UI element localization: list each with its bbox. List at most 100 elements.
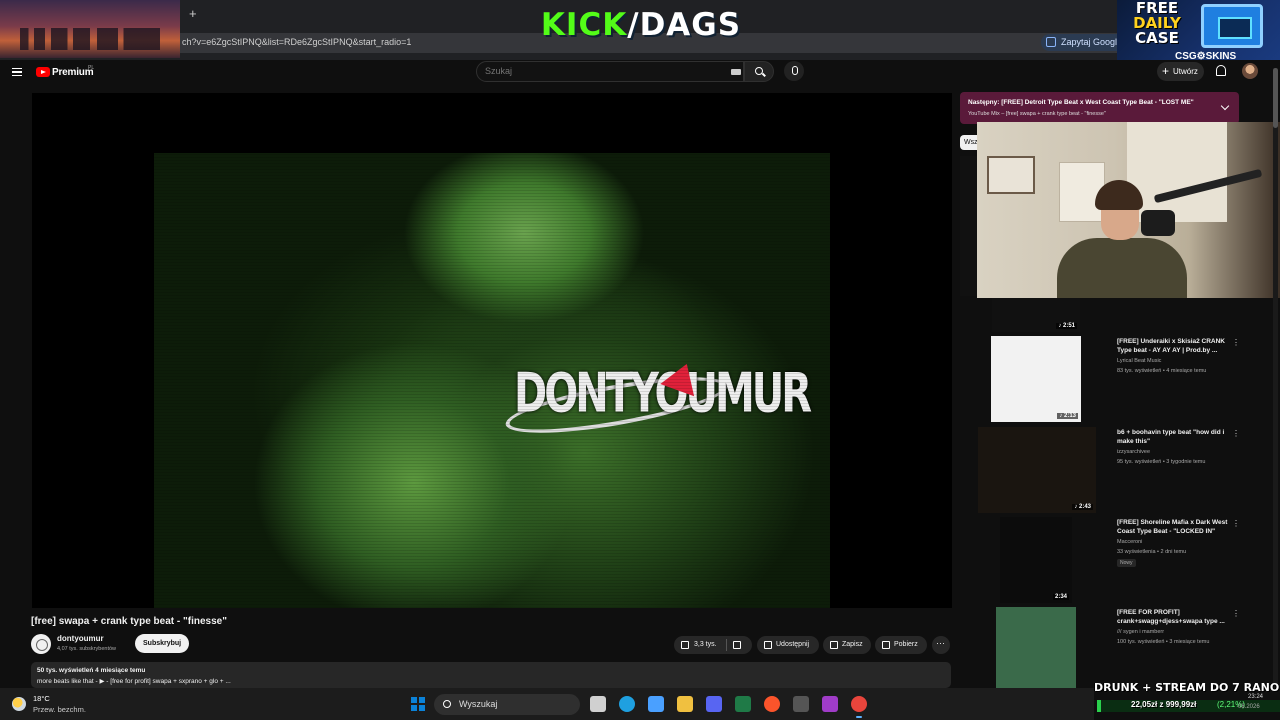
subscribe-button[interactable]: Subskrybuj [135, 634, 190, 653]
channel-avatar[interactable] [31, 634, 51, 654]
hamburger-menu-icon[interactable] [12, 68, 22, 76]
taskbar-search[interactable]: Wyszukaj [434, 694, 580, 715]
recommendation-card[interactable]: ♪ 2:43 b6 + boohavin type beat "how did i… [960, 427, 1275, 513]
create-button[interactable]: + Utwórz [1157, 62, 1204, 81]
channel-name[interactable]: dontyoumur [57, 634, 104, 643]
store-icon[interactable] [648, 696, 664, 712]
windows-taskbar: 18°C Przew. bezchm. Wyszukaj [0, 688, 1094, 720]
windows-start-icon[interactable] [411, 697, 425, 711]
video-duration: ♪ 2:51 [1056, 323, 1077, 329]
like-dislike-group: 3,3 tys. [674, 636, 752, 654]
dislike-icon[interactable] [733, 641, 741, 649]
clock-date: 08.2026 [1238, 704, 1260, 710]
youtube-header: Premium PL + Utwórz [0, 60, 1280, 86]
recommendation-channel: Macceroni [1117, 539, 1143, 545]
video-frame: DONTYOUMUR [154, 153, 830, 608]
download-icon [882, 641, 890, 649]
new-badge: Nowy [1117, 559, 1136, 567]
video-duration: 2:34 [1052, 594, 1069, 600]
recommendation-channel: izzysarchivee [1117, 449, 1151, 455]
search-icon [443, 700, 451, 708]
recommendation-title: [FREE] Underaiki x Skisia2 CRANK Type be… [1117, 338, 1226, 354]
save-label: Zapisz [842, 641, 863, 648]
weather-icon[interactable] [12, 697, 26, 711]
save-button[interactable]: Zapisz [823, 636, 871, 654]
more-vert-icon[interactable]: ⋮ [1232, 338, 1240, 347]
chrome-icon[interactable] [851, 696, 867, 718]
search-button[interactable] [744, 61, 774, 82]
ad-line-case: CASE [1135, 29, 1179, 47]
create-label: Utwórz [1173, 67, 1198, 76]
search-input[interactable] [485, 66, 715, 76]
share-icon [764, 641, 772, 649]
weather-description[interactable]: Przew. bezchm. [33, 705, 86, 714]
kick-separator: / [627, 7, 640, 43]
more-icon: ··· [936, 638, 945, 648]
webcam-wall-picture [987, 156, 1035, 194]
voice-search-icon[interactable] [784, 61, 804, 81]
divider [726, 639, 727, 651]
weather-temperature[interactable]: 18°C [33, 694, 50, 703]
webcam-person-body [1057, 238, 1187, 298]
notifications-bell-icon[interactable] [1216, 65, 1226, 76]
discord-icon[interactable] [706, 696, 722, 712]
like-icon[interactable] [681, 641, 689, 649]
download-button[interactable]: Pobierz [875, 636, 927, 654]
more-actions-button[interactable]: ··· [932, 636, 950, 654]
explorer-icon[interactable] [677, 696, 693, 712]
chevron-down-icon[interactable] [1220, 101, 1230, 111]
search-icon [755, 67, 763, 75]
share-button[interactable]: Udostępnij [757, 636, 819, 654]
keyboard-icon[interactable] [731, 69, 741, 75]
more-vert-icon[interactable]: ⋮ [1232, 609, 1240, 618]
recommendation-thumbnail[interactable] [996, 607, 1076, 693]
more-vert-icon[interactable]: ⋮ [1232, 429, 1240, 438]
obs-icon[interactable] [793, 696, 809, 712]
recommendation-thumbnail[interactable]: ♪ 2:13 [991, 336, 1081, 422]
excel-icon[interactable] [735, 696, 751, 712]
recommendation-card[interactable]: 2:34 [FREE] Shoreline Mafia x Dark West C… [960, 517, 1275, 603]
account-avatar[interactable] [1242, 63, 1258, 79]
region-code: PL [88, 65, 95, 71]
kick-text: KICK [540, 7, 628, 43]
download-label: Pobierz [894, 641, 918, 648]
donation-amount: 22,05zł z 999,99zł [1131, 700, 1197, 709]
edge-icon[interactable] [619, 696, 635, 712]
task-view-icon[interactable] [590, 696, 606, 712]
recommendation-card[interactable]: ♪ 2:51 [960, 298, 1275, 332]
views-and-date: 50 tys. wyświetleń 4 miesiące temu [37, 667, 146, 674]
video-player[interactable]: DONTYOUMUR [32, 93, 952, 608]
art-text: DONTYOUMUR [514, 363, 812, 426]
streamer-name: DAGS [639, 7, 742, 43]
donation-progress-fill [1097, 700, 1102, 712]
recommendation-thumbnail[interactable]: ♪ 2:51 [992, 298, 1080, 332]
description-text: more beats like that - ▶ - [free for pro… [37, 678, 231, 685]
recommendation-meta: 95 tys. wyświetleń • 3 tygodnie temu [1117, 459, 1206, 465]
video-duration: ♪ 2:43 [1072, 504, 1093, 510]
bookmark-icon [830, 641, 838, 649]
new-tab-button[interactable]: + [189, 6, 197, 21]
recommendation-card[interactable]: ♪ 2:13 [FREE] Underaiki x Skisia2 CRANK T… [960, 336, 1275, 422]
tab-thumbnail[interactable] [0, 0, 180, 58]
recommendation-channel: /// sygen i mamberr [1117, 629, 1165, 635]
recommendation-channel: Lyrical Beat Music [1117, 358, 1162, 364]
app-purple-icon[interactable] [822, 696, 838, 712]
more-vert-icon[interactable]: ⋮ [1232, 519, 1240, 528]
description-box[interactable]: 50 tys. wyświetleń 4 miesiące temu more … [31, 662, 951, 688]
microphone-icon [1141, 210, 1175, 236]
up-next-subtitle: YouTube Mix – [free] swapa + crank type … [968, 111, 1106, 117]
recommendation-thumbnail[interactable]: ♪ 2:43 [978, 427, 1096, 513]
url-text: ch?v=e6ZgcStIPNQ&list=RDe6ZgcStIPNQ&star… [182, 37, 412, 47]
csgskins-ad: FREE DAILY CASE CSG⚙SKINS [1117, 0, 1280, 64]
plus-icon: + [1162, 64, 1170, 78]
recommendation-title: b6 + boohavin type beat "how did i make … [1117, 429, 1225, 445]
youtube-logo-icon[interactable] [36, 67, 50, 77]
search-box[interactable] [476, 61, 744, 82]
video-art-logo: DONTYOUMUR [502, 357, 812, 473]
clock-time: 23:24 [1248, 694, 1264, 700]
recommendation-thumbnail[interactable]: 2:34 [1000, 517, 1072, 603]
up-next-banner[interactable]: Następny: [FREE] Detroit Type Beat x Wes… [960, 92, 1239, 124]
like-count[interactable]: 3,3 tys. [694, 636, 717, 654]
brave-icon[interactable] [764, 696, 780, 712]
page-scrollbar[interactable] [1273, 68, 1278, 688]
